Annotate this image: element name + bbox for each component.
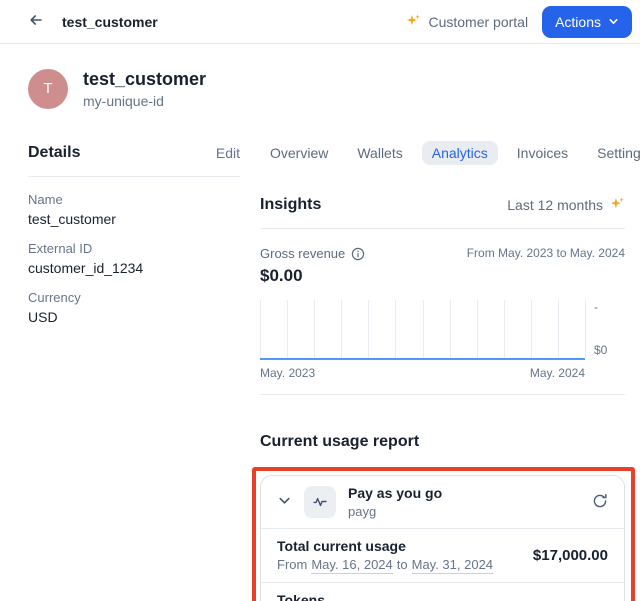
chevron-down-icon	[608, 14, 619, 30]
date-to: May. 31, 2024	[412, 556, 493, 574]
detail-field-name: Name test_customer	[28, 192, 240, 228]
divider	[28, 176, 240, 177]
total-usage-amount: $17,000.00	[533, 547, 608, 564]
detail-field-external-id: External ID customer_id_1234	[28, 241, 240, 277]
field-value: test_customer	[28, 210, 240, 228]
customer-external-uid: my-unique-id	[83, 93, 206, 109]
sparkles-icon	[610, 196, 625, 214]
date-from: May. 16, 2024	[311, 556, 392, 574]
to-word: to	[397, 556, 408, 573]
tab-invoices[interactable]: Invoices	[507, 141, 578, 165]
customer-portal-label: Customer portal	[428, 14, 528, 30]
plan-code: payg	[348, 503, 442, 520]
actions-label: Actions	[555, 14, 601, 30]
details-title: Details	[28, 144, 80, 162]
usage-card: Pay as you go payg Total current usage	[260, 475, 625, 601]
divider	[260, 394, 625, 395]
customer-name: test_customer	[83, 68, 206, 90]
refresh-button[interactable]	[592, 493, 608, 512]
x-axis-left-label: May. 2023	[260, 366, 315, 380]
field-label: Name	[28, 192, 240, 208]
field-label: Currency	[28, 290, 240, 306]
detail-field-currency: Currency USD	[28, 290, 240, 326]
tab-wallets[interactable]: Wallets	[347, 141, 412, 165]
gross-revenue-chart: - $0	[260, 300, 625, 360]
chevron-down-icon	[277, 493, 292, 511]
back-button[interactable]	[24, 10, 48, 34]
x-axis-right-label: May. 2024	[530, 366, 585, 380]
divider	[260, 228, 625, 229]
info-circle-icon[interactable]	[351, 247, 365, 261]
period-selector[interactable]: Last 12 months	[507, 196, 625, 214]
collapse-toggle[interactable]	[277, 493, 292, 511]
from-word: From	[277, 556, 307, 573]
total-usage-label: Total current usage	[277, 537, 493, 555]
details-panel: Details Edit Name test_customer External…	[28, 140, 240, 326]
avatar: T	[28, 69, 68, 109]
customer-portal-button[interactable]: Customer portal	[406, 13, 528, 31]
tab-overview[interactable]: Overview	[260, 141, 338, 165]
gross-revenue-label: Gross revenue	[260, 246, 345, 261]
sparkles-icon	[406, 13, 421, 31]
usage-report-title: Current usage report	[260, 433, 625, 451]
tab-settings[interactable]: Settings	[587, 141, 640, 165]
topbar: test_customer Customer portal Actions	[0, 0, 640, 44]
activity-pulse-icon	[304, 486, 336, 518]
plan-header-row: Pay as you go payg	[261, 476, 624, 528]
tab-bar: Overview Wallets Analytics Invoices Sett…	[260, 140, 625, 166]
customer-header: T test_customer my-unique-id	[0, 44, 640, 109]
tab-analytics[interactable]: Analytics	[422, 141, 498, 165]
field-label: External ID	[28, 241, 240, 257]
chart-zero-line	[260, 358, 585, 360]
charge-row-tokens: Tokens openai_tokens	[261, 582, 624, 601]
period-label: Last 12 months	[507, 197, 603, 213]
y-axis-top-label: -	[594, 300, 625, 314]
refresh-icon	[592, 493, 608, 512]
y-axis-bottom-label: $0	[594, 343, 625, 357]
actions-button[interactable]: Actions	[542, 6, 632, 38]
date-range-label: From May. 2023 to May. 2024	[467, 246, 625, 260]
topbar-title: test_customer	[62, 14, 158, 30]
edit-details-button[interactable]: Edit	[216, 145, 240, 161]
charge-label: Tokens	[277, 591, 362, 601]
plan-name: Pay as you go	[348, 484, 442, 502]
arrow-left-icon	[28, 12, 44, 31]
insights-title: Insights	[260, 196, 321, 214]
field-value: USD	[28, 308, 240, 326]
total-usage-row: Total current usage From May. 16, 2024 t…	[261, 528, 624, 582]
gross-revenue-value: $0.00	[260, 266, 365, 286]
field-value: customer_id_1234	[28, 259, 240, 277]
